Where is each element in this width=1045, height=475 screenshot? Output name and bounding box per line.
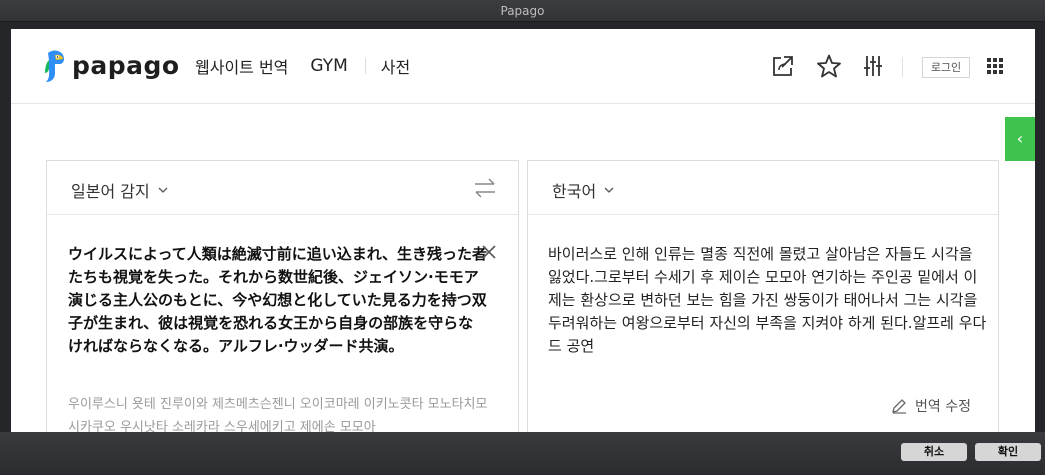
settings-sliders-icon[interactable] <box>860 53 886 79</box>
logo-text: papago <box>72 51 180 80</box>
parrot-logo-icon <box>45 50 64 82</box>
chevron-down-icon <box>604 187 614 193</box>
share-icon[interactable] <box>770 53 796 79</box>
pronunciation-text: 우이루스니 욧테 진루이와 제츠메츠슨젠니 오이코마레 이키노콧타 모노타치모 … <box>68 397 488 432</box>
swap-languages-icon[interactable] <box>472 175 498 201</box>
translation-output: 바이러스로 인해 인류는 멸종 직전에 몰렸고 살아남은 자들도 시각을 잃었다… <box>548 245 987 355</box>
source-text-input[interactable]: ウイルスによって人類は絶滅寸前に追い込まれ、生き残った者たちも視覚を失った。それ… <box>68 243 488 358</box>
dialog-footer: 취소 확인 <box>0 432 1045 475</box>
cancel-button[interactable]: 취소 <box>901 443 967 461</box>
star-icon[interactable] <box>816 53 842 79</box>
source-panel: 일본어 감지 ウイルスによって人類は絶滅寸前に追い込まれ、生き残った者たちも視覚… <box>46 160 519 432</box>
header: papago 웹사이트 번역 GYM 사전 로그인 <box>11 29 1035 104</box>
nav-divider <box>364 58 366 74</box>
source-panel-header: 일본어 감지 <box>47 161 518 215</box>
window-title: Papago <box>500 4 545 18</box>
close-icon[interactable] <box>481 244 497 260</box>
edit-translation-label: 번역 수정 <box>915 399 971 415</box>
login-button[interactable]: 로그인 <box>922 57 970 78</box>
window-titlebar: Papago <box>0 0 1045 22</box>
source-language-label: 일본어 감지 <box>71 182 150 201</box>
papago-logo[interactable]: papago <box>42 49 179 83</box>
main-nav: 웹사이트 번역 GYM 사전 <box>195 55 410 77</box>
header-divider <box>902 57 903 77</box>
chevron-down-icon <box>158 187 168 193</box>
side-panel-toggle[interactable]: ‹ <box>1005 117 1035 161</box>
papago-window: papago 웹사이트 번역 GYM 사전 로그인 ‹ 일본어 감지 ウイルスに… <box>11 29 1035 432</box>
nav-dictionary[interactable]: 사전 <box>381 54 410 78</box>
source-language-select[interactable]: 일본어 감지 <box>71 178 168 202</box>
nav-website-translate[interactable]: 웹사이트 번역 <box>195 54 288 78</box>
nav-gym[interactable]: GYM <box>310 56 347 76</box>
edit-translation-button[interactable]: 번역 수정 <box>890 396 971 416</box>
pencil-icon <box>892 399 906 414</box>
target-panel: 한국어 바이러스로 인해 인류는 멸종 직전에 몰렸고 살아남은 자들도 시각을… <box>527 160 999 432</box>
target-language-label: 한국어 <box>552 182 597 201</box>
confirm-button[interactable]: 확인 <box>975 443 1041 461</box>
apps-grid-icon[interactable] <box>984 55 1006 77</box>
target-panel-header: 한국어 <box>528 161 998 215</box>
chevron-left-icon: ‹ <box>1016 129 1024 148</box>
target-language-select[interactable]: 한국어 <box>552 178 614 202</box>
